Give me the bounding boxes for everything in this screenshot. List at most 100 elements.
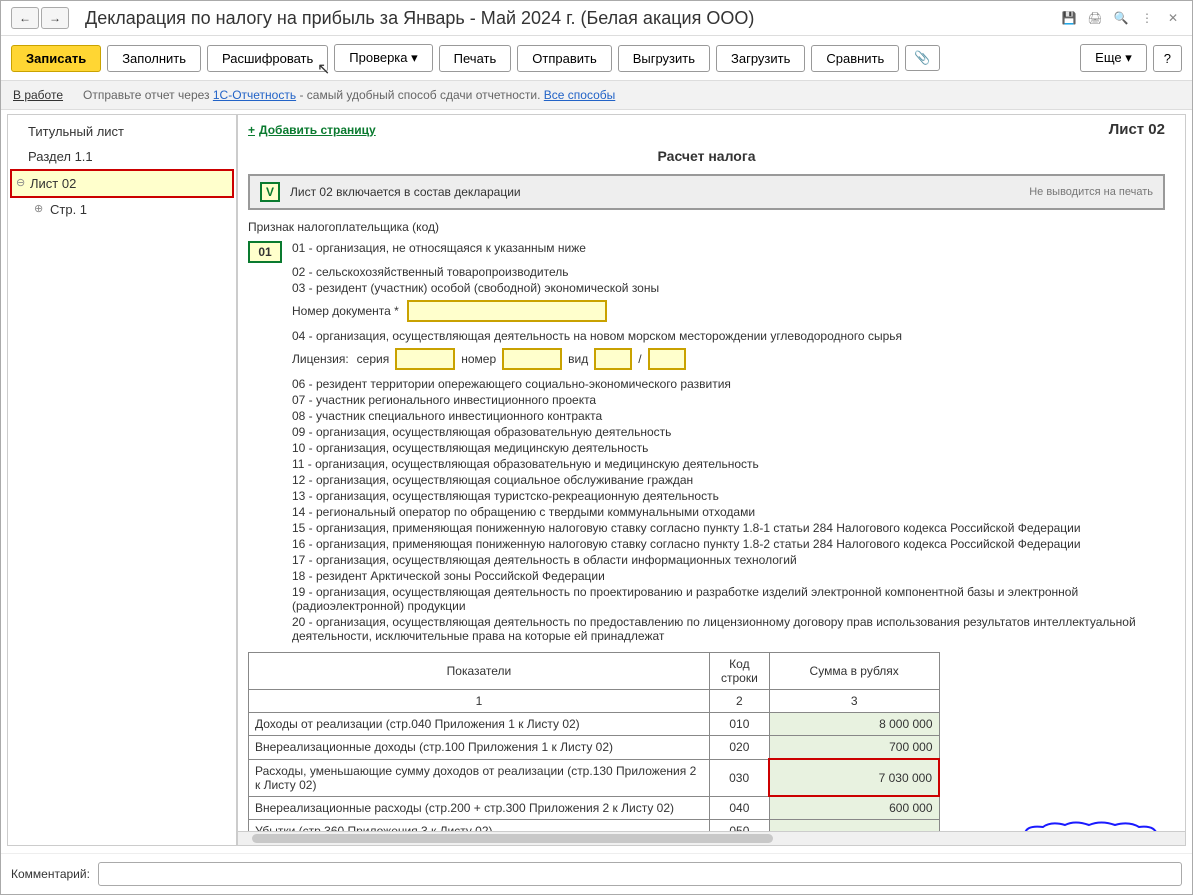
taxpayer-sign-label: Признак налогоплательщика (код): [248, 220, 1165, 234]
include-checkbox[interactable]: V: [260, 182, 280, 202]
taxpayer-code-input[interactable]: 01: [248, 241, 282, 263]
row-sum-cell[interactable]: -: [769, 820, 939, 832]
preview-icon[interactable]: 🔍: [1112, 9, 1130, 27]
license-number-input[interactable]: [502, 348, 562, 370]
table-row: Доходы от реализации (стр.040 Приложения…: [249, 713, 940, 736]
comment-input[interactable]: [98, 862, 1182, 886]
row-sum-cell[interactable]: 700 000: [769, 736, 939, 760]
code-line-4: 10 - организация, осуществляющая медицин…: [248, 440, 1165, 456]
menu-icon[interactable]: ⋮: [1138, 9, 1156, 27]
code-line-6: 12 - организация, осуществляющая социаль…: [248, 472, 1165, 488]
send-button[interactable]: Отправить: [517, 45, 611, 72]
print-button[interactable]: Печать: [439, 45, 512, 72]
import-button[interactable]: Загрузить: [716, 45, 805, 72]
sidebar-item-list02[interactable]: Лист 02: [10, 169, 234, 198]
license-type-label: вид: [568, 352, 588, 366]
row-label: Внереализационные доходы (стр.100 Прилож…: [249, 736, 710, 760]
code-03: 03 - резидент (участник) особой (свободн…: [248, 280, 1165, 296]
table-row: Внереализационные расходы (стр.200 + стр…: [249, 796, 940, 820]
page-title: Декларация по налогу на прибыль за Январ…: [85, 8, 1052, 29]
code-line-2: 08 - участник специального инвестиционно…: [248, 408, 1165, 424]
nav-back-button[interactable]: ←: [11, 7, 39, 29]
sidebar-item-section11[interactable]: Раздел 1.1: [8, 144, 236, 169]
close-icon[interactable]: ✕: [1164, 9, 1182, 27]
main-panel: +Добавить страницу Лист 02 Расчет налога…: [237, 114, 1186, 846]
table-row: Убытки (стр.360 Приложения 3 к Листу 02)…: [249, 820, 940, 832]
info-text-2: - самый удобный способ сдачи отчетности.: [296, 88, 544, 102]
help-button[interactable]: ?: [1153, 45, 1182, 72]
table-row: Внереализационные доходы (стр.100 Прилож…: [249, 736, 940, 760]
license-type1-input[interactable]: [594, 348, 632, 370]
save-icon[interactable]: 💾: [1060, 9, 1078, 27]
th-sum: Сумма в рублях: [769, 653, 939, 690]
row-sum-cell[interactable]: 600 000: [769, 796, 939, 820]
row-sum-cell[interactable]: 7 030 000: [769, 759, 939, 796]
row-sum-cell[interactable]: 8 000 000: [769, 713, 939, 736]
h-scrollbar[interactable]: [238, 831, 1185, 845]
code-line-7: 13 - организация, осуществляющая туристс…: [248, 488, 1165, 504]
license-series-input[interactable]: [395, 348, 455, 370]
docnum-label: Номер документа *: [292, 304, 399, 318]
status-label: В работе: [13, 88, 63, 102]
calc-table: Показатели Код строки Сумма в рублях 1 2…: [248, 652, 940, 831]
more-button[interactable]: Еще ▾: [1080, 44, 1147, 72]
code-line-14: 20 - организация, осуществляющая деятель…: [248, 614, 1165, 644]
code-line-12: 18 - резидент Арктической зоны Российско…: [248, 568, 1165, 584]
row-code: 040: [709, 796, 769, 820]
decode-button[interactable]: Расшифровать: [207, 45, 328, 72]
print-icon[interactable]: 🖨: [1086, 9, 1104, 27]
sidebar: Титульный лист Раздел 1.1 Лист 02 Стр. 1: [7, 114, 237, 846]
code-line-10: 16 - организация, применяющая пониженную…: [248, 536, 1165, 552]
export-button[interactable]: Выгрузить: [618, 45, 710, 72]
info-text-1: Отправьте отчет через: [83, 88, 213, 102]
sidebar-item-page1[interactable]: Стр. 1: [8, 198, 236, 221]
include-text: Лист 02 включается в состав декларации: [290, 185, 521, 199]
write-button[interactable]: Записать: [11, 45, 101, 72]
sub-3: 3: [769, 690, 939, 713]
nav-forward-button[interactable]: →: [41, 7, 69, 29]
check-button[interactable]: Проверка ▾: [334, 44, 432, 72]
attach-button[interactable]: 📎: [905, 45, 939, 71]
table-row: Расходы, уменьшающие сумму доходов от ре…: [249, 759, 940, 796]
license-series-label: серия: [357, 352, 390, 366]
code-02: 02 - сельскохозяйственный товаропроизвод…: [248, 264, 1165, 280]
code-line-3: 09 - организация, осуществляющая образов…: [248, 424, 1165, 440]
add-page-link[interactable]: +Добавить страницу: [248, 123, 376, 137]
fill-button[interactable]: Заполнить: [107, 45, 201, 72]
info-bar: В работе Отправьте отчет через 1С-Отчетн…: [1, 80, 1192, 110]
row-code: 050: [709, 820, 769, 832]
code-line-8: 14 - региональный оператор по обращению …: [248, 504, 1165, 520]
sidebar-item-title[interactable]: Титульный лист: [8, 119, 236, 144]
include-box: V Лист 02 включается в состав декларации…: [248, 174, 1165, 210]
code-01: 01 - организация, не относящаяся к указа…: [292, 241, 586, 263]
link-all-ways[interactable]: Все способы: [544, 88, 616, 102]
row-label: Внереализационные расходы (стр.200 + стр…: [249, 796, 710, 820]
row-code: 020: [709, 736, 769, 760]
license-label: Лицензия:: [292, 352, 349, 366]
row-code: 010: [709, 713, 769, 736]
code-line-9: 15 - организация, применяющая пониженную…: [248, 520, 1165, 536]
code-line-5: 11 - организация, осуществляющая образов…: [248, 456, 1165, 472]
license-sep: /: [638, 352, 641, 366]
comment-label: Комментарий:: [11, 867, 90, 881]
docnum-input[interactable]: [407, 300, 607, 322]
compare-button[interactable]: Сравнить: [811, 45, 899, 72]
license-type2-input[interactable]: [648, 348, 686, 370]
sheet-name: Лист 02: [1109, 121, 1165, 138]
th-indicators: Показатели: [249, 653, 710, 690]
link-1c[interactable]: 1С-Отчетность: [213, 88, 296, 102]
code-line-0: 06 - резидент территории опережающего со…: [248, 376, 1165, 392]
code-line-13: 19 - организация, осуществляющая деятель…: [248, 584, 1165, 614]
sub-1: 1: [249, 690, 710, 713]
row-label: Доходы от реализации (стр.040 Приложения…: [249, 713, 710, 736]
plus-icon: +: [248, 123, 255, 137]
code-line-11: 17 - организация, осуществляющая деятель…: [248, 552, 1165, 568]
noprint-label: Не выводится на печать: [1029, 186, 1153, 198]
code-04: 04 - организация, осуществляющая деятель…: [248, 328, 1165, 344]
sub-2: 2: [709, 690, 769, 713]
row-label: Расходы, уменьшающие сумму доходов от ре…: [249, 759, 710, 796]
th-code: Код строки: [709, 653, 769, 690]
row-code: 030: [709, 759, 769, 796]
sheet-subtitle: Расчет налога: [248, 148, 1165, 164]
license-number-label: номер: [461, 352, 496, 366]
